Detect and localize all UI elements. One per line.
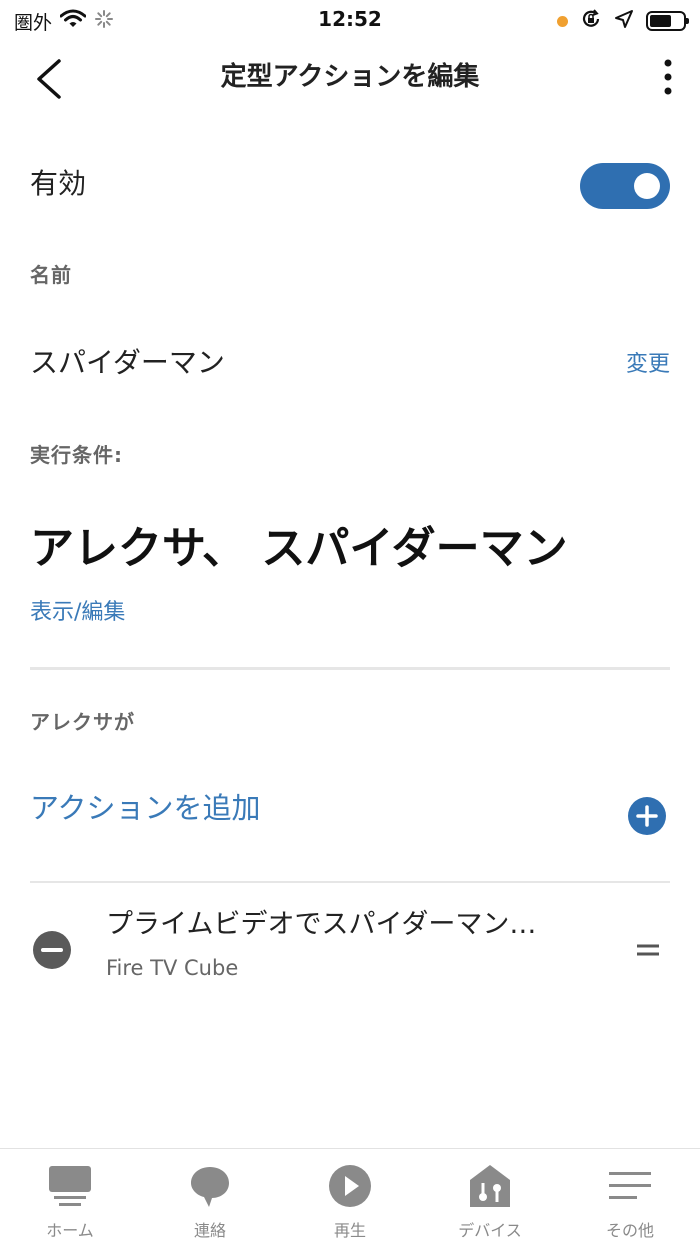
change-name-link[interactable]: 変更 (626, 346, 670, 378)
minus-icon (33, 948, 71, 973)
play-icon (327, 1163, 373, 1209)
section-divider (30, 667, 670, 670)
device-house-icon (467, 1163, 513, 1209)
action-title[interactable]: プライムビデオでスパイダーマン… (106, 902, 536, 941)
chat-bubble-icon (187, 1163, 233, 1209)
list-divider (30, 881, 670, 883)
alexa-section-label: アレクサが (30, 710, 135, 734)
nav-communicate-label: 連絡 (193, 1221, 226, 1240)
page-title: 定型アクションを編集 (220, 62, 480, 92)
remove-action-button[interactable] (33, 931, 71, 969)
rotation-lock-icon (580, 8, 602, 34)
nav-home-label: ホーム (46, 1221, 94, 1240)
location-arrow-icon (614, 9, 634, 33)
trigger-section-label: 実行条件: (30, 443, 123, 467)
bottom-navigation: ホーム 連絡 再生 デバイス その他 (0, 1148, 700, 1246)
home-card-icon (47, 1163, 93, 1209)
reorder-handle-icon[interactable] (636, 940, 660, 960)
routine-name-value: スパイダーマン (30, 346, 225, 379)
more-options-button[interactable] (656, 56, 680, 100)
menu-lines-icon (607, 1163, 653, 1209)
nav-play[interactable]: 再生 (280, 1149, 420, 1246)
nav-home[interactable]: ホーム (0, 1149, 140, 1246)
battery-fill (650, 15, 671, 27)
nav-more[interactable]: その他 (560, 1149, 700, 1246)
trigger-phrase: アレクサ、 スパイダーマン (30, 523, 568, 574)
nav-more-label: その他 (605, 1221, 654, 1240)
name-section-label: 名前 (30, 263, 72, 287)
nav-play-label: 再生 (333, 1221, 366, 1240)
add-action-button[interactable] (628, 797, 666, 835)
view-edit-trigger-link[interactable]: 表示/編集 (30, 594, 125, 626)
status-bar-right (557, 8, 689, 34)
enabled-toggle[interactable] (580, 163, 670, 209)
battery-icon (646, 11, 689, 31)
nav-devices-label: デバイス (458, 1221, 522, 1240)
nav-devices[interactable]: デバイス (420, 1149, 560, 1246)
action-device: Fire TV Cube (106, 956, 239, 980)
nav-communicate[interactable]: 連絡 (140, 1149, 280, 1246)
mic-in-use-dot-icon (557, 15, 568, 27)
enabled-label: 有効 (30, 167, 87, 200)
add-action-link[interactable]: アクションを追加 (30, 785, 261, 827)
toggle-knob (634, 173, 660, 199)
more-vertical-icon (656, 59, 680, 104)
plus-icon (628, 805, 666, 839)
